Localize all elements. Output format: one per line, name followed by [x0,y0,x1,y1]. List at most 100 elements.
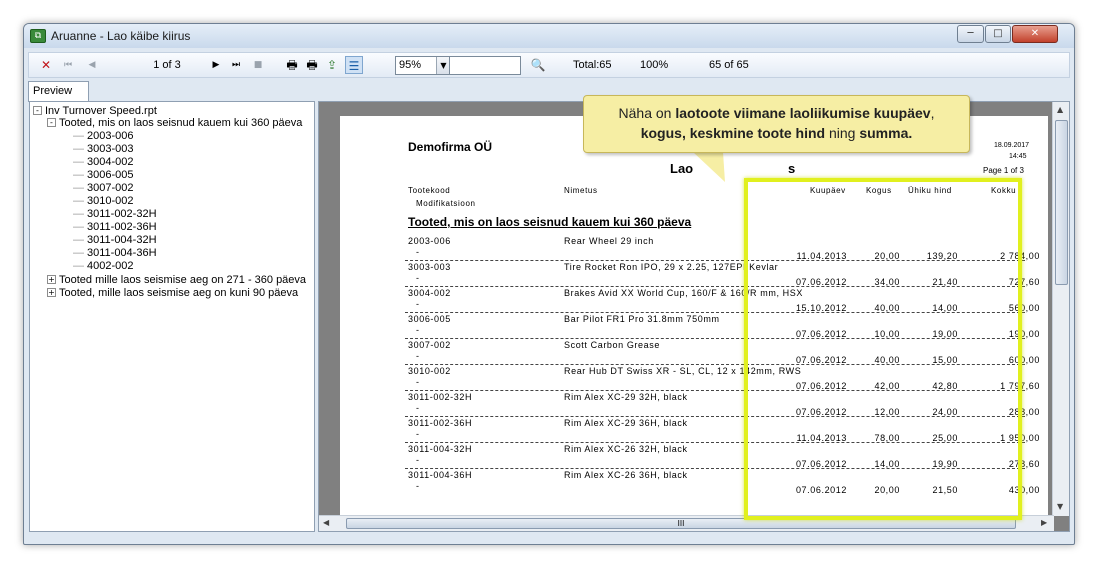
report-time: 14:45 [1009,153,1027,160]
export-icon: ⇪ [326,58,338,72]
cell-modification: - [416,455,419,465]
print-button[interactable]: 🖶 [283,56,301,74]
tree-group-271-360[interactable]: + Tooted mille laos seismise aeg on 271 -… [47,274,306,286]
window-title: Aruanne - Lao käibe kiirus [51,29,191,43]
report-date: 18.09.2017 [994,142,1030,149]
search-input[interactable] [449,56,521,75]
collapse-icon: - [47,118,56,127]
header-code: Tootekood [408,186,451,195]
toolbar: ✕ ⏮ ◀ 1 of 3 ▶ ⏭ ■ 🖶 🖶 ⇪ ☰ 95% ▼ 🔍 Total… [28,52,1070,78]
scroll-left-icon[interactable]: ◀ [323,518,329,527]
cell-modification: - [416,377,419,387]
vertical-scroll-thumb[interactable] [1055,120,1068,285]
tree-leaf-item[interactable]: 3010-002 [73,195,134,207]
close-window-button[interactable]: ✕ [1012,25,1058,43]
cell-code: 3011-004-36H [408,470,473,480]
print-setup-icon: 🖶 [306,58,318,72]
scroll-right-icon[interactable]: ▶ [1041,518,1047,527]
cell-code: 2003-006 [408,236,451,246]
print-setup-button[interactable]: 🖶 [303,56,321,74]
cell-modification: - [416,299,419,309]
prev-page-icon: ◀ [88,60,96,70]
report-title-fragment-end: s [788,161,796,176]
cell-modification: - [416,429,419,439]
last-page-button[interactable]: ⏭ [227,56,245,74]
zoom-select[interactable]: 95% ▼ [395,56,451,75]
binoculars-icon: 🔍 [530,58,546,72]
prev-page-button[interactable]: ◀ [83,56,101,74]
tree-group-under-90[interactable]: + Tooted, mille laos seismise aeg on kuni… [47,287,298,299]
highlight-box [744,178,1022,520]
group-tree: - Inv Turnover Speed.rpt - Tooted, mis on … [29,101,315,532]
minimize-icon: ─ [967,28,974,39]
header-modification: Modifikatsioon [416,199,476,208]
tree-leaf-item[interactable]: 3007-002 [73,182,134,194]
minimize-button[interactable]: ─ [957,25,984,43]
vertical-scrollbar[interactable]: ▲ ▼ [1052,102,1069,516]
last-page-icon: ⏭ [231,60,241,70]
tree-root[interactable]: - Inv Turnover Speed.rpt [33,105,157,117]
header-name: Nimetus [564,186,598,195]
cell-code: 3003-003 [408,262,451,272]
export-button[interactable]: ⇪ [323,56,341,74]
records-count: 65 of 65 [709,59,749,71]
tree-leaf-item[interactable]: 3011-002-36H [73,221,157,233]
expand-icon: + [47,288,56,297]
section-title: Tooted, mis on laos seisnud kauem kui 36… [408,215,692,229]
cell-modification: - [416,403,419,413]
cell-code: 3011-002-36H [408,418,473,428]
maximize-icon: □ [993,28,1003,39]
page-indicator: 1 of 3 [153,59,181,71]
cell-modification: - [416,273,419,283]
total-records: Total:65 [573,59,612,71]
tree-leaf-item[interactable]: 3011-004-32H [73,234,157,246]
tree-leaf-item[interactable]: 3011-002-32H [73,208,157,220]
group-tree-toggle[interactable]: ☰ [345,56,363,74]
first-page-icon: ⏮ [63,60,73,70]
tree-leaf-item[interactable]: 3011-004-36H [73,247,157,259]
annotation-callout: Näha on laotoote viimane laoliikumise ku… [583,95,970,153]
printer-icon: 🖶 [286,58,298,72]
cell-code: 3011-002-32H [408,392,473,402]
company-name: Demofirma OÜ [408,140,493,154]
close-icon: ✕ [1030,28,1040,39]
cell-modification: - [416,481,419,491]
scroll-down-icon[interactable]: ▼ [1057,502,1063,511]
cell-code: 3004-002 [408,288,451,298]
cell-code: 3010-002 [408,366,451,376]
tree-leaf-item[interactable]: 2003-006 [73,130,134,142]
stop-icon: ■ [253,60,263,70]
chevron-down-icon: ▼ [436,57,450,74]
scroll-grip-icon: III [677,519,685,528]
close-report-button[interactable]: ✕ [37,56,55,74]
zoom-value: 95% [399,59,422,71]
tree-leaf-item[interactable]: 4002-002 [73,260,134,272]
expand-icon: + [47,275,56,284]
cell-modification: - [416,325,419,335]
cell-code: 3011-004-32H [408,444,473,454]
progress-percent: 100% [640,59,669,71]
cell-code: 3006-005 [408,314,451,324]
stop-button[interactable]: ■ [249,56,267,74]
cell-modification: - [416,351,419,361]
next-page-icon: ▶ [212,60,220,70]
tree-group-over-360[interactable]: - Tooted, mis on laos seisnud kauem kui 3… [47,117,302,129]
maximize-button[interactable]: □ [985,25,1011,43]
tree-leaf-item[interactable]: 3004-002 [73,156,134,168]
first-page-button[interactable]: ⏮ [59,56,77,74]
group-tree-icon: ☰ [348,59,360,73]
page-number: Page 1 of 3 [983,166,1024,175]
cell-code: 3007-002 [408,340,451,350]
close-report-icon: ✕ [40,58,52,72]
report-title-fragment: Lao [670,161,694,176]
collapse-icon: - [33,106,42,115]
next-page-button[interactable]: ▶ [207,56,225,74]
tab-preview[interactable]: Preview [28,81,89,102]
title-bar: ⧉ Aruanne - Lao käibe kiirus ─ □ ✕ [24,24,1074,48]
tree-leaf-item[interactable]: 3003-003 [73,143,134,155]
scroll-up-icon[interactable]: ▲ [1057,105,1063,114]
tree-leaf-item[interactable]: 3006-005 [73,169,134,181]
search-button[interactable]: 🔍 [529,56,547,74]
cell-modification: - [416,247,419,257]
report-app-icon: ⧉ [30,29,46,43]
